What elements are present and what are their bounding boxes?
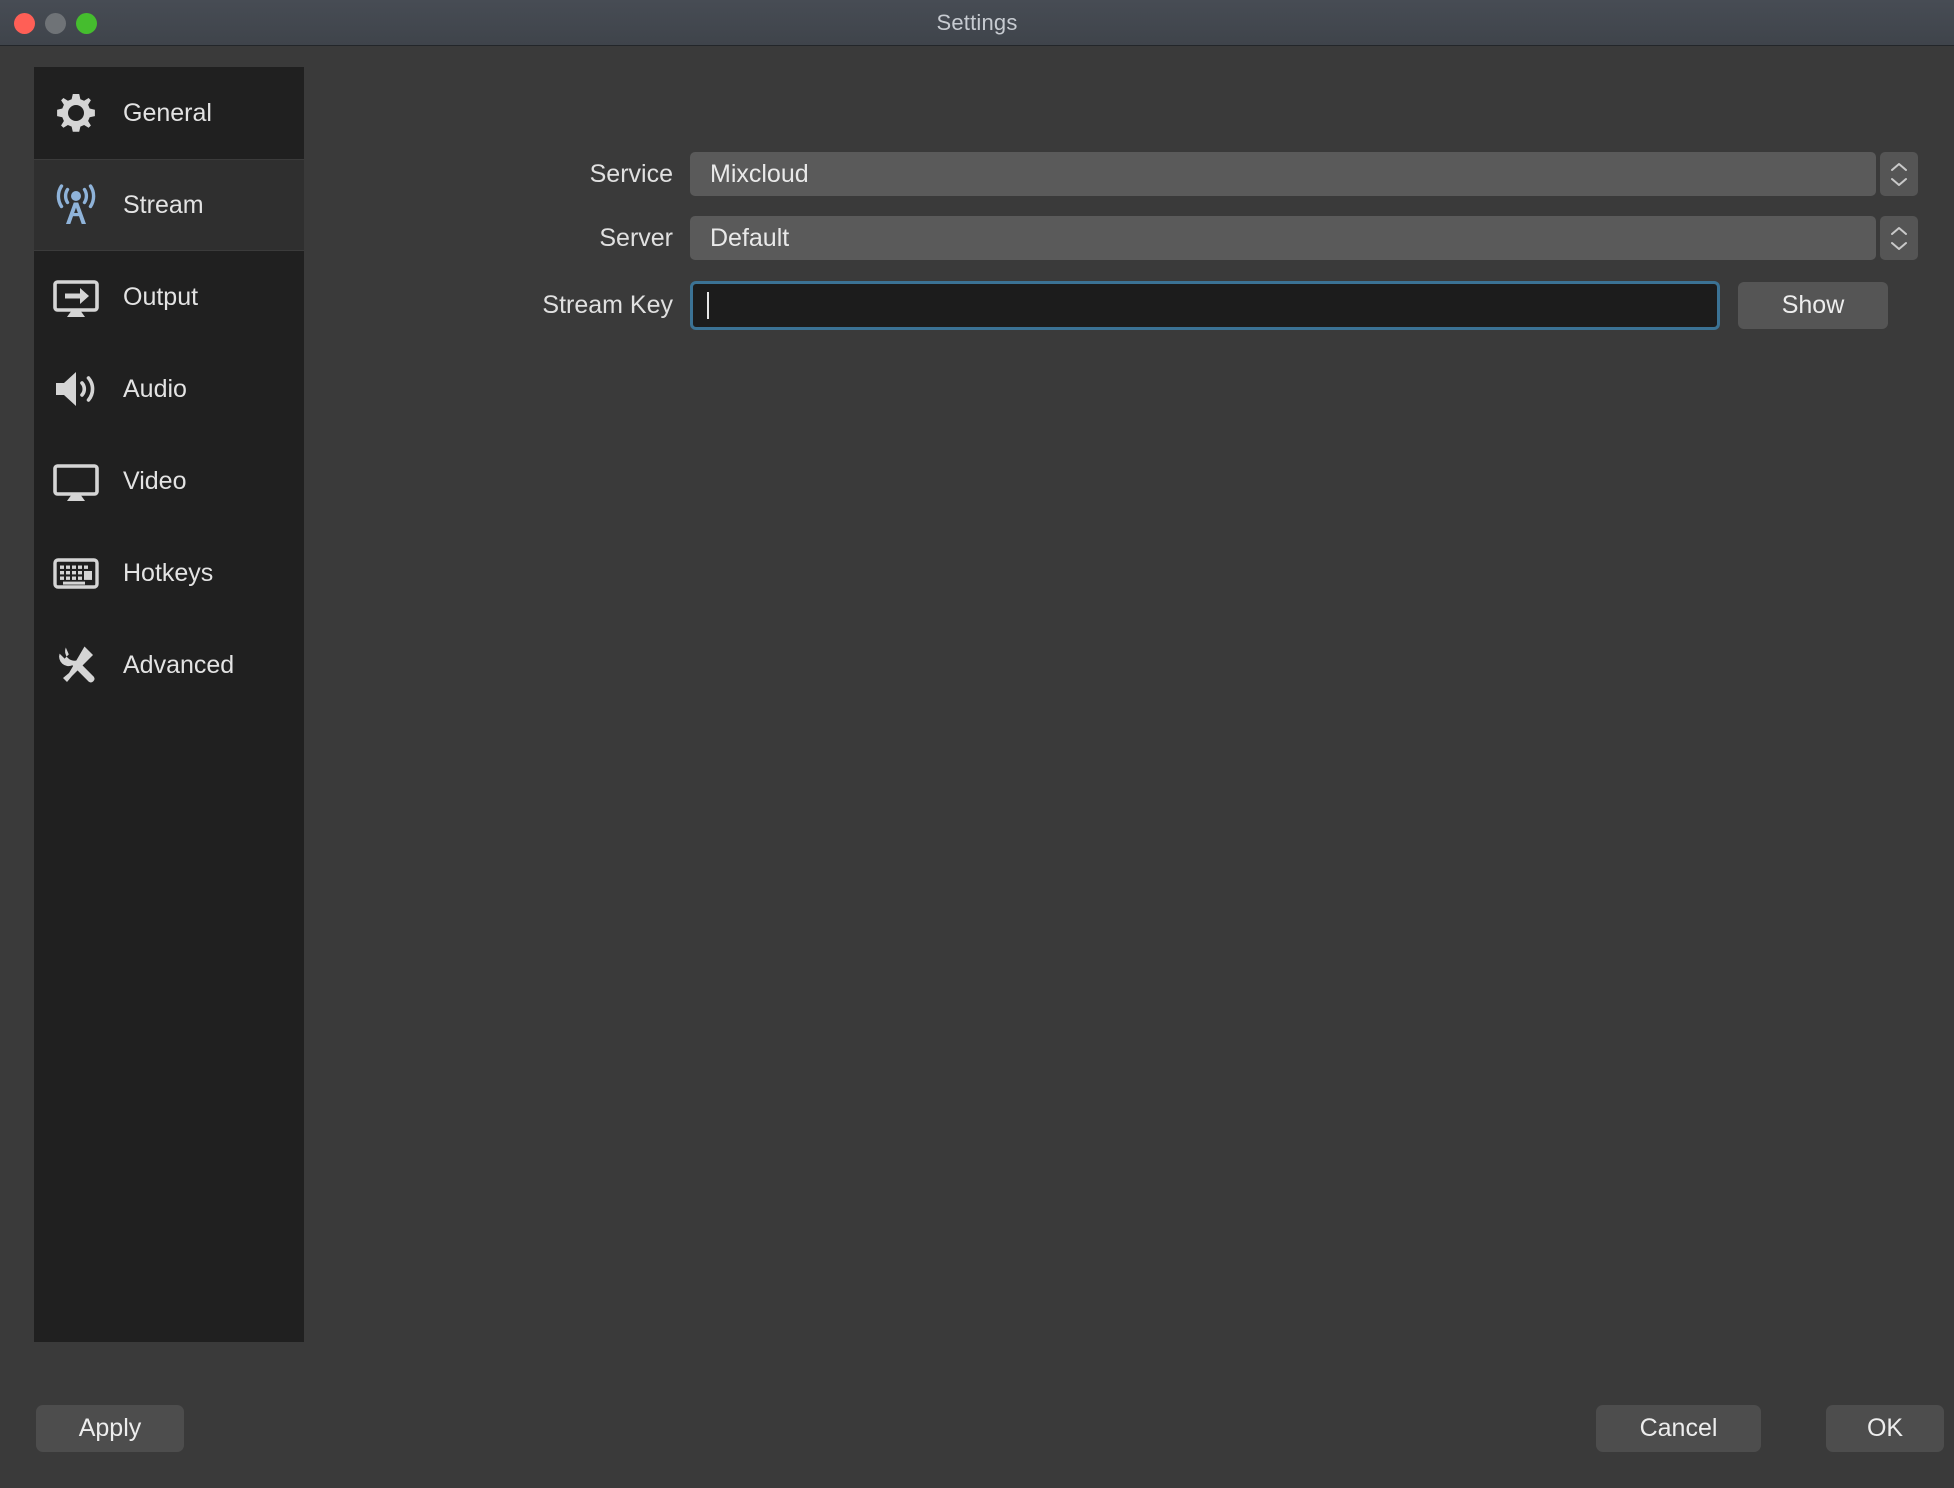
display-icon bbox=[47, 452, 105, 510]
keyboard-icon bbox=[47, 544, 105, 602]
sidebar-item-label: Hotkeys bbox=[123, 558, 214, 587]
server-value: Default bbox=[710, 223, 790, 252]
sidebar-item-label: Video bbox=[123, 466, 187, 495]
service-stepper[interactable] bbox=[1880, 152, 1918, 196]
title-bar: Settings bbox=[0, 0, 1954, 46]
sidebar-item-label: Advanced bbox=[123, 650, 235, 679]
service-label: Service bbox=[589, 159, 673, 188]
apply-button[interactable]: Apply bbox=[36, 1405, 184, 1452]
gear-icon bbox=[47, 84, 105, 142]
server-dropdown[interactable]: Default bbox=[690, 216, 1918, 260]
sidebar-item-hotkeys[interactable]: Hotkeys bbox=[34, 527, 304, 619]
traffic-lights bbox=[14, 0, 97, 46]
stream-key-label: Stream Key bbox=[542, 291, 673, 319]
cancel-button[interactable]: Cancel bbox=[1596, 1405, 1761, 1452]
chevron-down-icon bbox=[1891, 177, 1907, 186]
ok-button[interactable]: OK bbox=[1826, 1405, 1944, 1452]
text-caret bbox=[707, 292, 709, 319]
sidebar-item-general[interactable]: General bbox=[34, 67, 304, 159]
settings-body: General Stream Output Audio Video Hotkey… bbox=[0, 46, 1954, 1488]
speaker-icon bbox=[47, 360, 105, 418]
sidebar-item-video[interactable]: Video bbox=[34, 435, 304, 527]
sidebar-item-audio[interactable]: Audio bbox=[34, 343, 304, 435]
service-dropdown[interactable]: Mixcloud bbox=[690, 152, 1918, 196]
maximize-window-button[interactable] bbox=[76, 12, 97, 34]
close-window-button[interactable] bbox=[14, 12, 35, 34]
service-value: Mixcloud bbox=[710, 159, 809, 188]
dialog-footer: Apply Cancel OK bbox=[0, 1373, 1954, 1488]
sidebar-item-advanced[interactable]: Advanced bbox=[34, 619, 304, 711]
service-row: Service Mixcloud bbox=[0, 152, 1918, 196]
chevron-down-icon bbox=[1891, 241, 1907, 250]
window-title: Settings bbox=[936, 9, 1018, 35]
chevron-up-icon bbox=[1891, 162, 1907, 171]
server-label: Server bbox=[599, 223, 673, 252]
server-row: Server Default bbox=[0, 216, 1918, 260]
sidebar-item-label: General bbox=[123, 98, 212, 127]
server-stepper[interactable] bbox=[1880, 216, 1918, 260]
stream-key-input[interactable] bbox=[690, 281, 1720, 330]
stream-key-row: Stream Key Show bbox=[0, 281, 1888, 330]
sidebar-item-label: Audio bbox=[123, 374, 187, 403]
chevron-up-icon bbox=[1891, 226, 1907, 235]
minimize-window-button[interactable] bbox=[45, 12, 66, 34]
settings-window: Settings General Stream Output Audio Vid… bbox=[0, 0, 1954, 1488]
tools-icon bbox=[47, 636, 105, 694]
show-stream-key-button[interactable]: Show bbox=[1738, 282, 1888, 329]
